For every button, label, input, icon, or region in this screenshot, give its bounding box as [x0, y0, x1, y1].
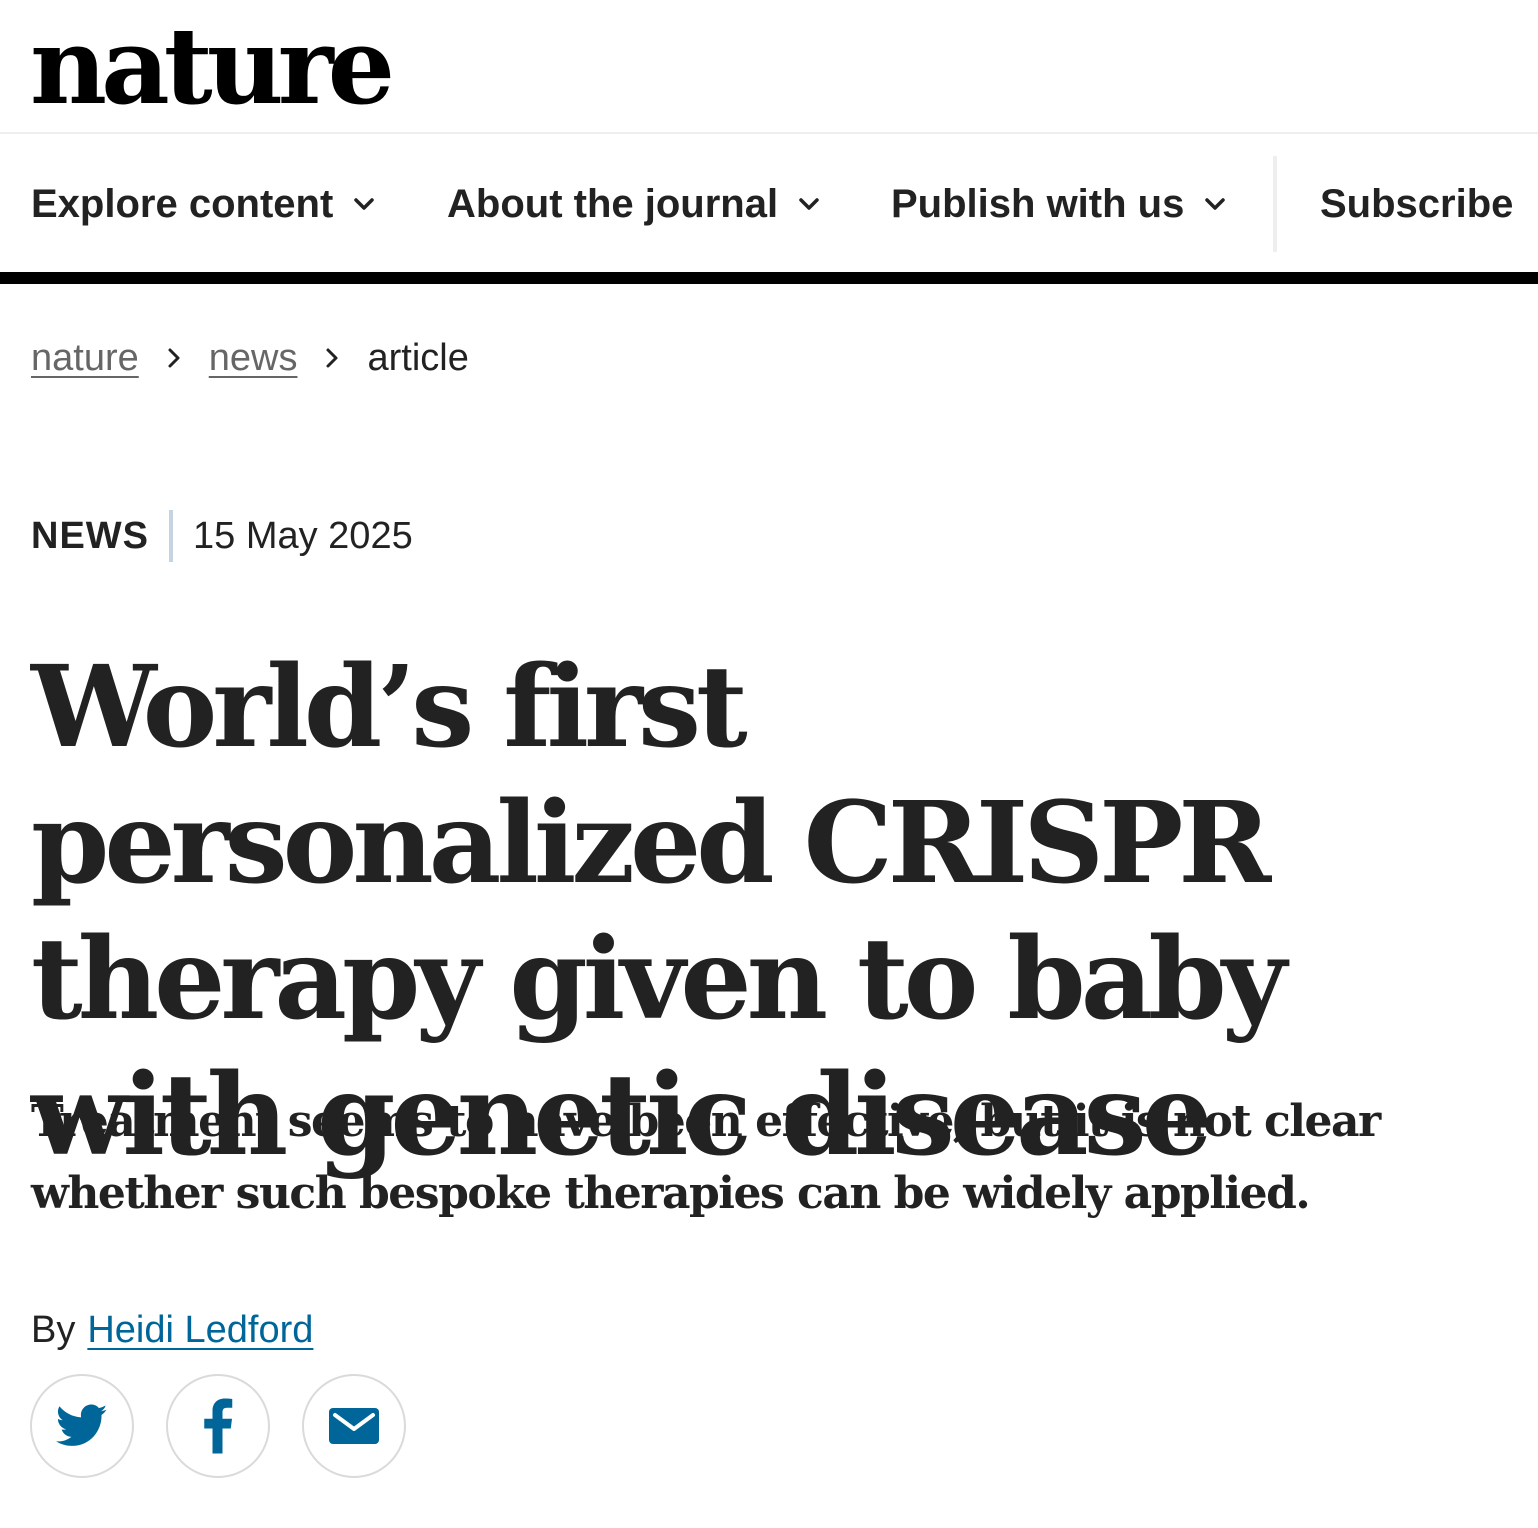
chevron-down-icon	[796, 191, 822, 217]
chevron-right-icon	[321, 347, 343, 369]
nav-about-the-journal[interactable]: About the journal	[447, 136, 822, 272]
article-type: NEWS	[31, 514, 149, 557]
nav-about-the-journal-label: About the journal	[447, 181, 779, 226]
nav-explore-content[interactable]: Explore content	[31, 136, 377, 272]
article-meta: NEWS 15 May 2025	[31, 508, 413, 564]
nav-publish-with-us-label: Publish with us	[891, 181, 1185, 226]
share-twitter-button[interactable]	[30, 1374, 134, 1478]
meta-divider	[169, 510, 173, 562]
nav-subscribe[interactable]: Subscribe	[1320, 136, 1513, 272]
chevron-down-icon	[1202, 191, 1228, 217]
nav-explore-content-label: Explore content	[31, 181, 334, 226]
breadcrumb-item-article: article	[367, 336, 469, 379]
site-header: nature	[0, 0, 1538, 134]
share-buttons	[30, 1374, 438, 1478]
main-nav: Explore content About the journal Publis…	[0, 136, 1538, 272]
byline-prefix: By	[31, 1308, 76, 1351]
chevron-right-icon	[163, 347, 185, 369]
nav-rule	[0, 272, 1538, 284]
nav-publish-with-us[interactable]: Publish with us	[891, 136, 1228, 272]
facebook-icon	[204, 1398, 233, 1454]
article-standfirst: Treatment seems to have been effective, …	[31, 1096, 1381, 1219]
breadcrumb-item-nature[interactable]: nature	[31, 337, 139, 380]
article-date: 15 May 2025	[193, 514, 413, 557]
author-link[interactable]: Heidi Ledford	[87, 1309, 313, 1352]
nav-subscribe-label: Subscribe	[1320, 181, 1514, 226]
email-icon	[329, 1408, 379, 1444]
share-facebook-button[interactable]	[166, 1374, 270, 1478]
breadcrumb: nature news article	[31, 330, 469, 386]
chevron-down-icon	[351, 191, 377, 217]
share-email-button[interactable]	[302, 1374, 406, 1478]
twitter-icon	[56, 1404, 108, 1446]
breadcrumb-item-news[interactable]: news	[209, 337, 298, 380]
nature-logo[interactable]: nature	[30, 4, 395, 128]
nav-divider	[1273, 156, 1277, 252]
byline: By Heidi Ledford	[31, 1302, 313, 1358]
